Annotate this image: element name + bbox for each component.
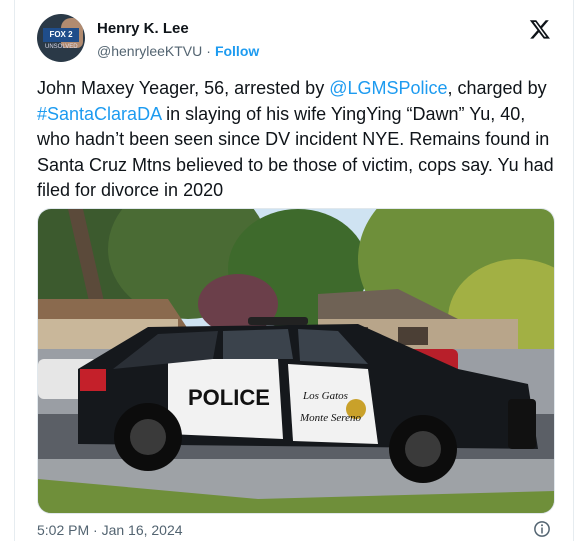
tweet-text-part-2: , charged by bbox=[447, 78, 547, 98]
tweet-header: FOX 2 UNSOLVED Henry K. Lee @henryleeKTV… bbox=[37, 14, 555, 64]
tweet-photo[interactable]: POLICE Los Gatos Monte Sereno bbox=[37, 208, 555, 514]
police-car-photo: POLICE Los Gatos Monte Sereno bbox=[38, 209, 554, 513]
x-logo-icon[interactable] bbox=[529, 18, 551, 40]
avatar[interactable]: FOX 2 UNSOLVED bbox=[37, 14, 85, 62]
tweet-text-part-1: John Maxey Yeager, 56, arrested by bbox=[37, 78, 330, 98]
avatar-subtitle: UNSOLVED bbox=[45, 44, 78, 50]
author-name[interactable]: Henry K. Lee bbox=[97, 20, 189, 37]
tweet-text: John Maxey Yeager, 56, arrested by @LGMS… bbox=[37, 76, 557, 204]
author-handle-row: @henryleeKTVU · Follow bbox=[97, 43, 259, 59]
info-icon[interactable] bbox=[533, 520, 551, 538]
door-city-text-1: Los Gatos bbox=[302, 390, 348, 402]
follow-button[interactable]: Follow bbox=[215, 43, 259, 59]
hashtag-link[interactable]: #SantaClaraDA bbox=[37, 104, 161, 124]
door-police-text: POLICE bbox=[188, 385, 270, 410]
mention-link[interactable]: @LGMSPolice bbox=[329, 78, 447, 98]
separator-dot: · bbox=[206, 43, 211, 59]
tweet-timestamp[interactable]: 5:02 PM · Jan 16, 2024 bbox=[37, 522, 183, 538]
avatar-badge: FOX 2 bbox=[43, 28, 79, 42]
tweet-card: FOX 2 UNSOLVED Henry K. Lee @henryleeKTV… bbox=[14, 0, 574, 541]
door-city-text-2: Monte Sereno bbox=[299, 412, 361, 424]
author-handle[interactable]: @henryleeKTVU bbox=[97, 43, 202, 59]
